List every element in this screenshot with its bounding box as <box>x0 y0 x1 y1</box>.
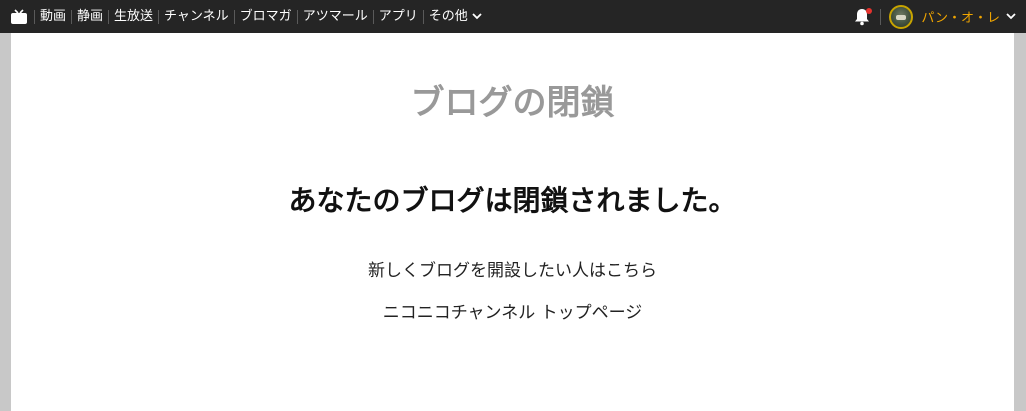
notification-bell-icon[interactable] <box>852 7 873 27</box>
nav-item-channel[interactable]: チャンネル <box>158 9 234 24</box>
niconico-tv-logo-icon[interactable] <box>10 8 28 25</box>
top-navigation-bar: 動画 静画 生放送 チャンネル ブロマガ アツマール アプリ その他 パン・オ・… <box>0 0 1026 33</box>
user-area: パン・オ・レ <box>852 0 1026 33</box>
new-blog-link-row: 新しくブログを開設したい人はこちら <box>11 256 1014 281</box>
nav-item-app[interactable]: アプリ <box>372 9 423 24</box>
closure-message: あなたのブログは閉鎖されました。 <box>288 184 737 217</box>
channel-top-link[interactable]: ニコニコチャンネル トップページ <box>383 303 643 323</box>
username: パン・オ・レ <box>921 11 1000 26</box>
nav-item-atsumaru[interactable]: アツマール <box>296 9 373 24</box>
new-blog-link[interactable]: 新しくブログを開設したい人はこちら <box>368 261 657 281</box>
nav-item-douga[interactable]: 動画 <box>34 9 71 24</box>
nav-item-live[interactable]: 生放送 <box>108 9 158 24</box>
chevron-down-icon <box>472 13 482 20</box>
channel-top-link-row: ニコニコチャンネル トップページ <box>11 298 1014 323</box>
nav-item-more[interactable]: その他 <box>422 8 487 24</box>
page-title: ブログの閉鎖 <box>410 83 615 123</box>
nav-more-label: その他 <box>428 8 468 24</box>
notification-dot <box>866 7 873 14</box>
nav-item-blomaga[interactable]: ブロマガ <box>233 9 297 24</box>
global-nav: 動画 静画 生放送 チャンネル ブロマガ アツマール アプリ その他 <box>34 8 487 24</box>
divider <box>880 8 882 25</box>
main-content: ブログの閉鎖 あなたのブログは閉鎖されました。 新しくブログを開設したい人はこち… <box>11 33 1014 411</box>
user-menu[interactable]: パン・オ・レ <box>889 4 1016 29</box>
avatar <box>889 4 914 29</box>
chevron-down-icon <box>1006 13 1016 20</box>
nav-item-seiga[interactable]: 静画 <box>71 9 108 24</box>
